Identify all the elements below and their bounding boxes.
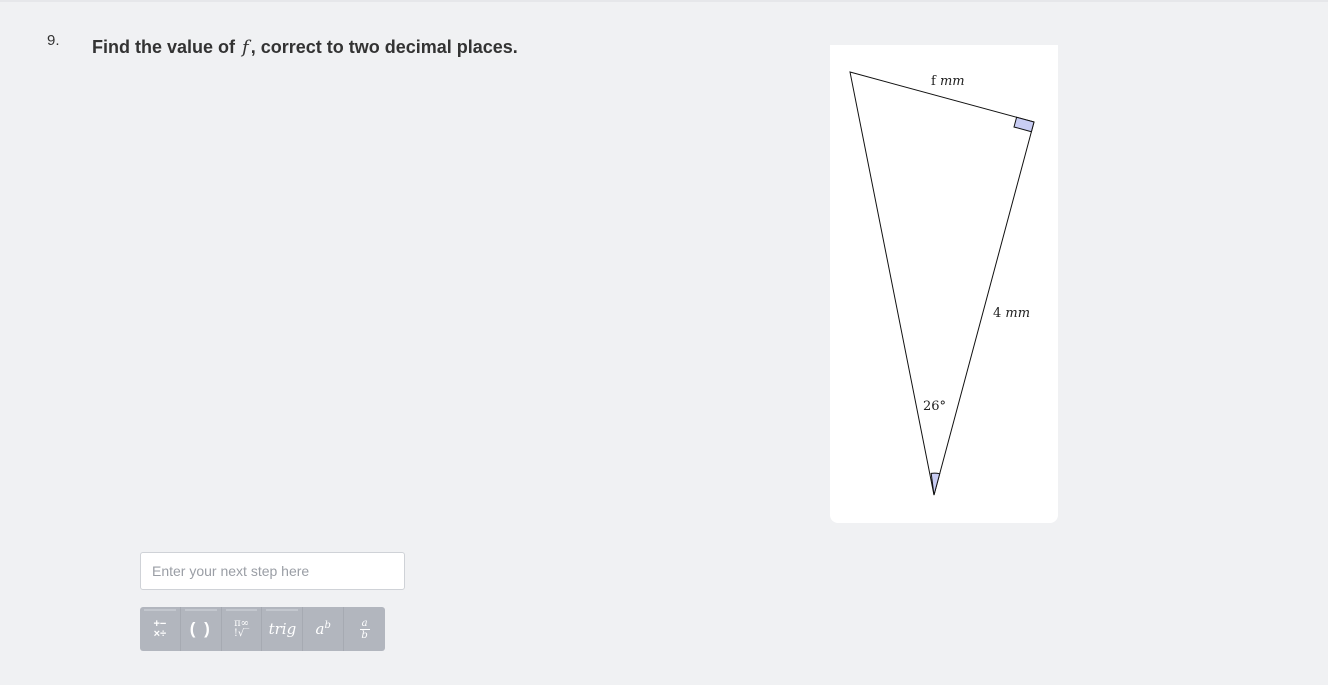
triangle-shape	[849, 71, 1035, 496]
triangle-figure: f mm 4 mm 26°	[830, 45, 1058, 523]
next-step-input[interactable]	[140, 552, 405, 590]
prompt-text-start: Find the value of	[92, 37, 236, 57]
exponent-icon: ab	[315, 620, 331, 638]
trig-label: trig	[268, 620, 297, 638]
question-prompt: Find the value of f, correct to two deci…	[92, 37, 518, 58]
special-symbols-button[interactable]: π∞ !√‾	[222, 607, 263, 651]
fraction-button[interactable]: a b	[344, 607, 385, 651]
parentheses-icon: ( )	[189, 619, 212, 638]
fraction-icon: a b	[359, 617, 370, 641]
angle-label: 26°	[923, 399, 946, 414]
prompt-variable: f	[242, 37, 249, 58]
exponent-button[interactable]: ab	[303, 607, 345, 651]
angle-arc-marker	[930, 472, 941, 496]
triangle-diagram: f mm 4 mm 26°	[849, 71, 1035, 496]
right-angle-marker	[1013, 116, 1035, 133]
right-side-label: 4 mm	[993, 306, 1030, 321]
top-side-label: f mm	[931, 74, 965, 89]
trig-button[interactable]: trig	[262, 607, 304, 651]
math-toolbar: +− ×÷ ( ) π∞ !√‾ trig ab a b	[140, 607, 385, 651]
question-number: 9.	[47, 32, 60, 49]
top-divider	[0, 0, 1328, 2]
special-symbols-icon: π∞ !√‾	[233, 618, 250, 639]
operators-button[interactable]: +− ×÷	[140, 607, 181, 651]
parentheses-button[interactable]: ( )	[181, 607, 222, 651]
prompt-text-end: , correct to two decimal places.	[250, 37, 518, 57]
operators-icon: +− ×÷	[153, 618, 167, 640]
